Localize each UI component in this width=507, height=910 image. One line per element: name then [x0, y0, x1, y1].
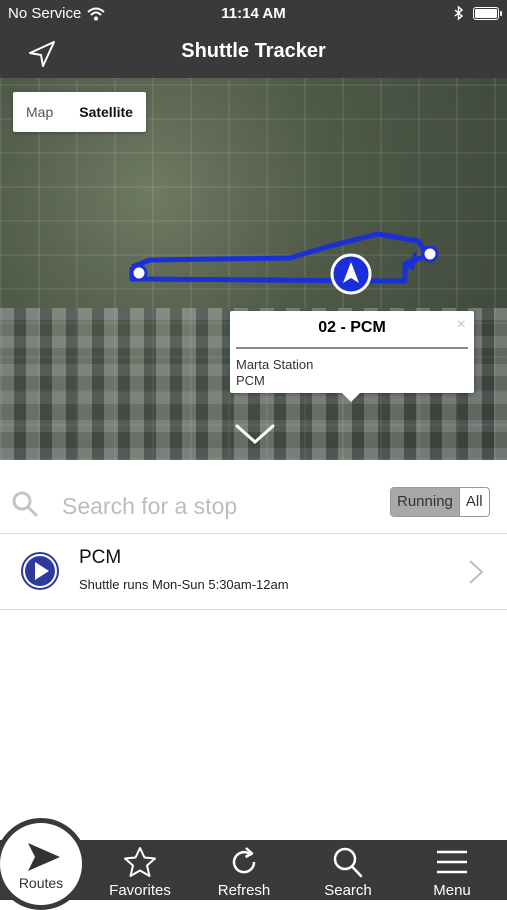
tab-refresh-label: Refresh: [217, 882, 271, 899]
menu-icon: [437, 850, 467, 874]
filter-all[interactable]: All: [458, 488, 489, 516]
play-circle-icon: [21, 552, 59, 590]
tab-search[interactable]: Search: [296, 840, 400, 900]
clock: 11:14 AM: [221, 5, 286, 22]
tab-favorites-label: Favorites: [109, 882, 171, 899]
route-stop-marker: [130, 264, 148, 282]
tab-routes-label: Routes: [18, 875, 64, 891]
chevron-down-icon[interactable]: [233, 422, 277, 446]
star-icon: [124, 847, 156, 877]
search-icon: [12, 491, 38, 517]
status-right: [454, 6, 502, 21]
popup-route-name: PCM: [236, 373, 265, 388]
refresh-icon: [232, 847, 256, 874]
navigation-bar: Shuttle Tracker: [0, 28, 507, 78]
tab-menu[interactable]: Menu: [400, 840, 504, 900]
tab-menu-label: Menu: [433, 882, 471, 899]
map-view[interactable]: Map Satellite 02 - PCM × Marta Station P…: [0, 78, 507, 460]
bluetooth-icon: [454, 6, 463, 21]
popup-details: Marta Station PCM: [230, 349, 474, 389]
filter-running[interactable]: Running: [391, 488, 459, 516]
shuttle-vehicle-icon[interactable]: [330, 253, 372, 295]
play-arrow-icon: [28, 843, 60, 871]
tab-favorites[interactable]: Favorites: [88, 840, 192, 900]
search-icon: [333, 847, 363, 878]
popup-tail: [342, 393, 360, 402]
route-name: PCM: [79, 547, 122, 568]
chevron-right-icon: [469, 560, 484, 584]
route-line: [129, 231, 431, 284]
stop-search-bar: Running All: [0, 477, 507, 534]
popup-stop-name: Marta Station: [236, 357, 314, 372]
page-title: Shuttle Tracker: [181, 40, 326, 62]
route-description: Shuttle runs Mon-Sun 5:30am-12am: [79, 577, 289, 592]
search-input[interactable]: [60, 489, 384, 523]
route-list-item[interactable]: PCM Shuttle runs Mon-Sun 5:30am-12am: [0, 534, 507, 610]
popup-title: 02 - PCM: [318, 319, 386, 336]
stop-info-popup[interactable]: 02 - PCM × Marta Station PCM: [230, 311, 474, 402]
close-icon[interactable]: ×: [457, 316, 466, 334]
route-overlay: [129, 231, 439, 295]
tab-search-label: Search: [324, 882, 372, 899]
tab-refresh[interactable]: Refresh: [192, 840, 296, 900]
route-stop-marker: [421, 245, 439, 263]
battery-icon: [473, 7, 502, 20]
route-filter-segmented-control[interactable]: Running All: [390, 487, 490, 517]
status-bar: No Service 11:14 AM: [0, 0, 507, 28]
